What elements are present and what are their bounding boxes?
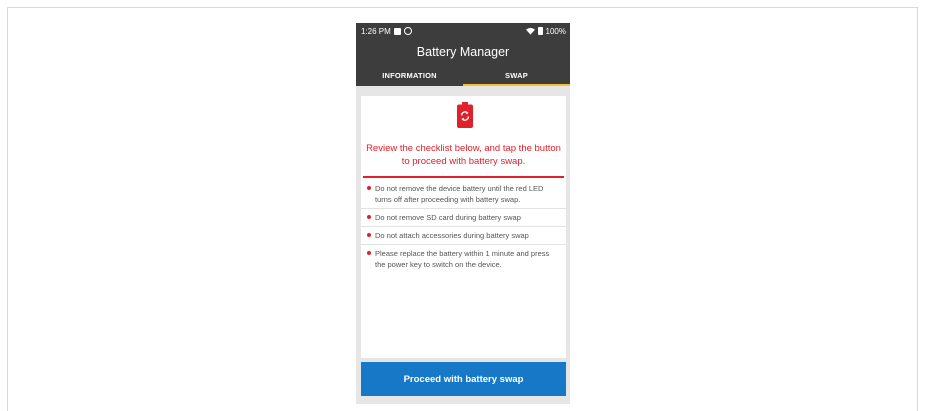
status-bar: 1:26 PM 100% — [356, 23, 570, 39]
proceed-button-label: Proceed with battery swap — [403, 373, 524, 385]
bullet-icon — [367, 251, 371, 255]
checklist-item-text: Do not attach accessories during battery… — [375, 231, 529, 240]
app-bar: Battery Manager — [356, 39, 570, 64]
tab-information[interactable]: INFORMATION — [356, 64, 463, 86]
checklist-item: Please replace the battery within 1 minu… — [361, 245, 566, 273]
battery-status-icon — [537, 27, 543, 35]
checklist-item: Do not remove the device battery until t… — [361, 180, 566, 209]
phone-screen: 1:26 PM 100% Battery Manager INFORMATION… — [356, 23, 570, 404]
checklist-item-text: Do not remove SD card during battery swa… — [375, 213, 521, 222]
status-left: 1:26 PM — [361, 27, 412, 36]
app-title: Battery Manager — [416, 44, 510, 59]
checklist: Do not remove the device battery until t… — [361, 180, 566, 273]
checklist-item-text: Please replace the battery within 1 minu… — [375, 249, 550, 269]
swap-instruction-text: Review the checklist below, and tap the … — [366, 143, 561, 167]
checklist-item: Do not remove SD card during battery swa… — [361, 209, 566, 227]
checklist-item-text: Do not remove the device battery until t… — [375, 184, 544, 204]
proceed-with-battery-swap-button[interactable]: Proceed with battery swap — [361, 362, 566, 396]
tab-bar: INFORMATION SWAP — [356, 64, 570, 86]
status-time: 1:26 PM — [361, 26, 391, 36]
swap-checklist-card: Review the checklist below, and tap the … — [361, 96, 566, 358]
sync-status-icon — [403, 27, 412, 35]
checklist-item: Do not attach accessories during battery… — [361, 227, 566, 245]
status-battery-percent: 100% — [545, 26, 566, 36]
tab-swap-label: SWAP — [505, 70, 528, 80]
battery-swap-icon — [457, 102, 473, 128]
swap-hero: Review the checklist below, and tap the … — [361, 96, 566, 178]
bullet-icon — [367, 215, 371, 219]
tab-information-label: INFORMATION — [382, 70, 437, 80]
tab-swap[interactable]: SWAP — [463, 64, 570, 86]
bullet-icon — [367, 233, 371, 237]
bullet-icon — [367, 186, 371, 190]
status-right: 100% — [525, 26, 566, 36]
wifi-icon — [525, 27, 535, 35]
hero-divider — [363, 176, 564, 178]
notification-square-icon — [393, 27, 401, 35]
